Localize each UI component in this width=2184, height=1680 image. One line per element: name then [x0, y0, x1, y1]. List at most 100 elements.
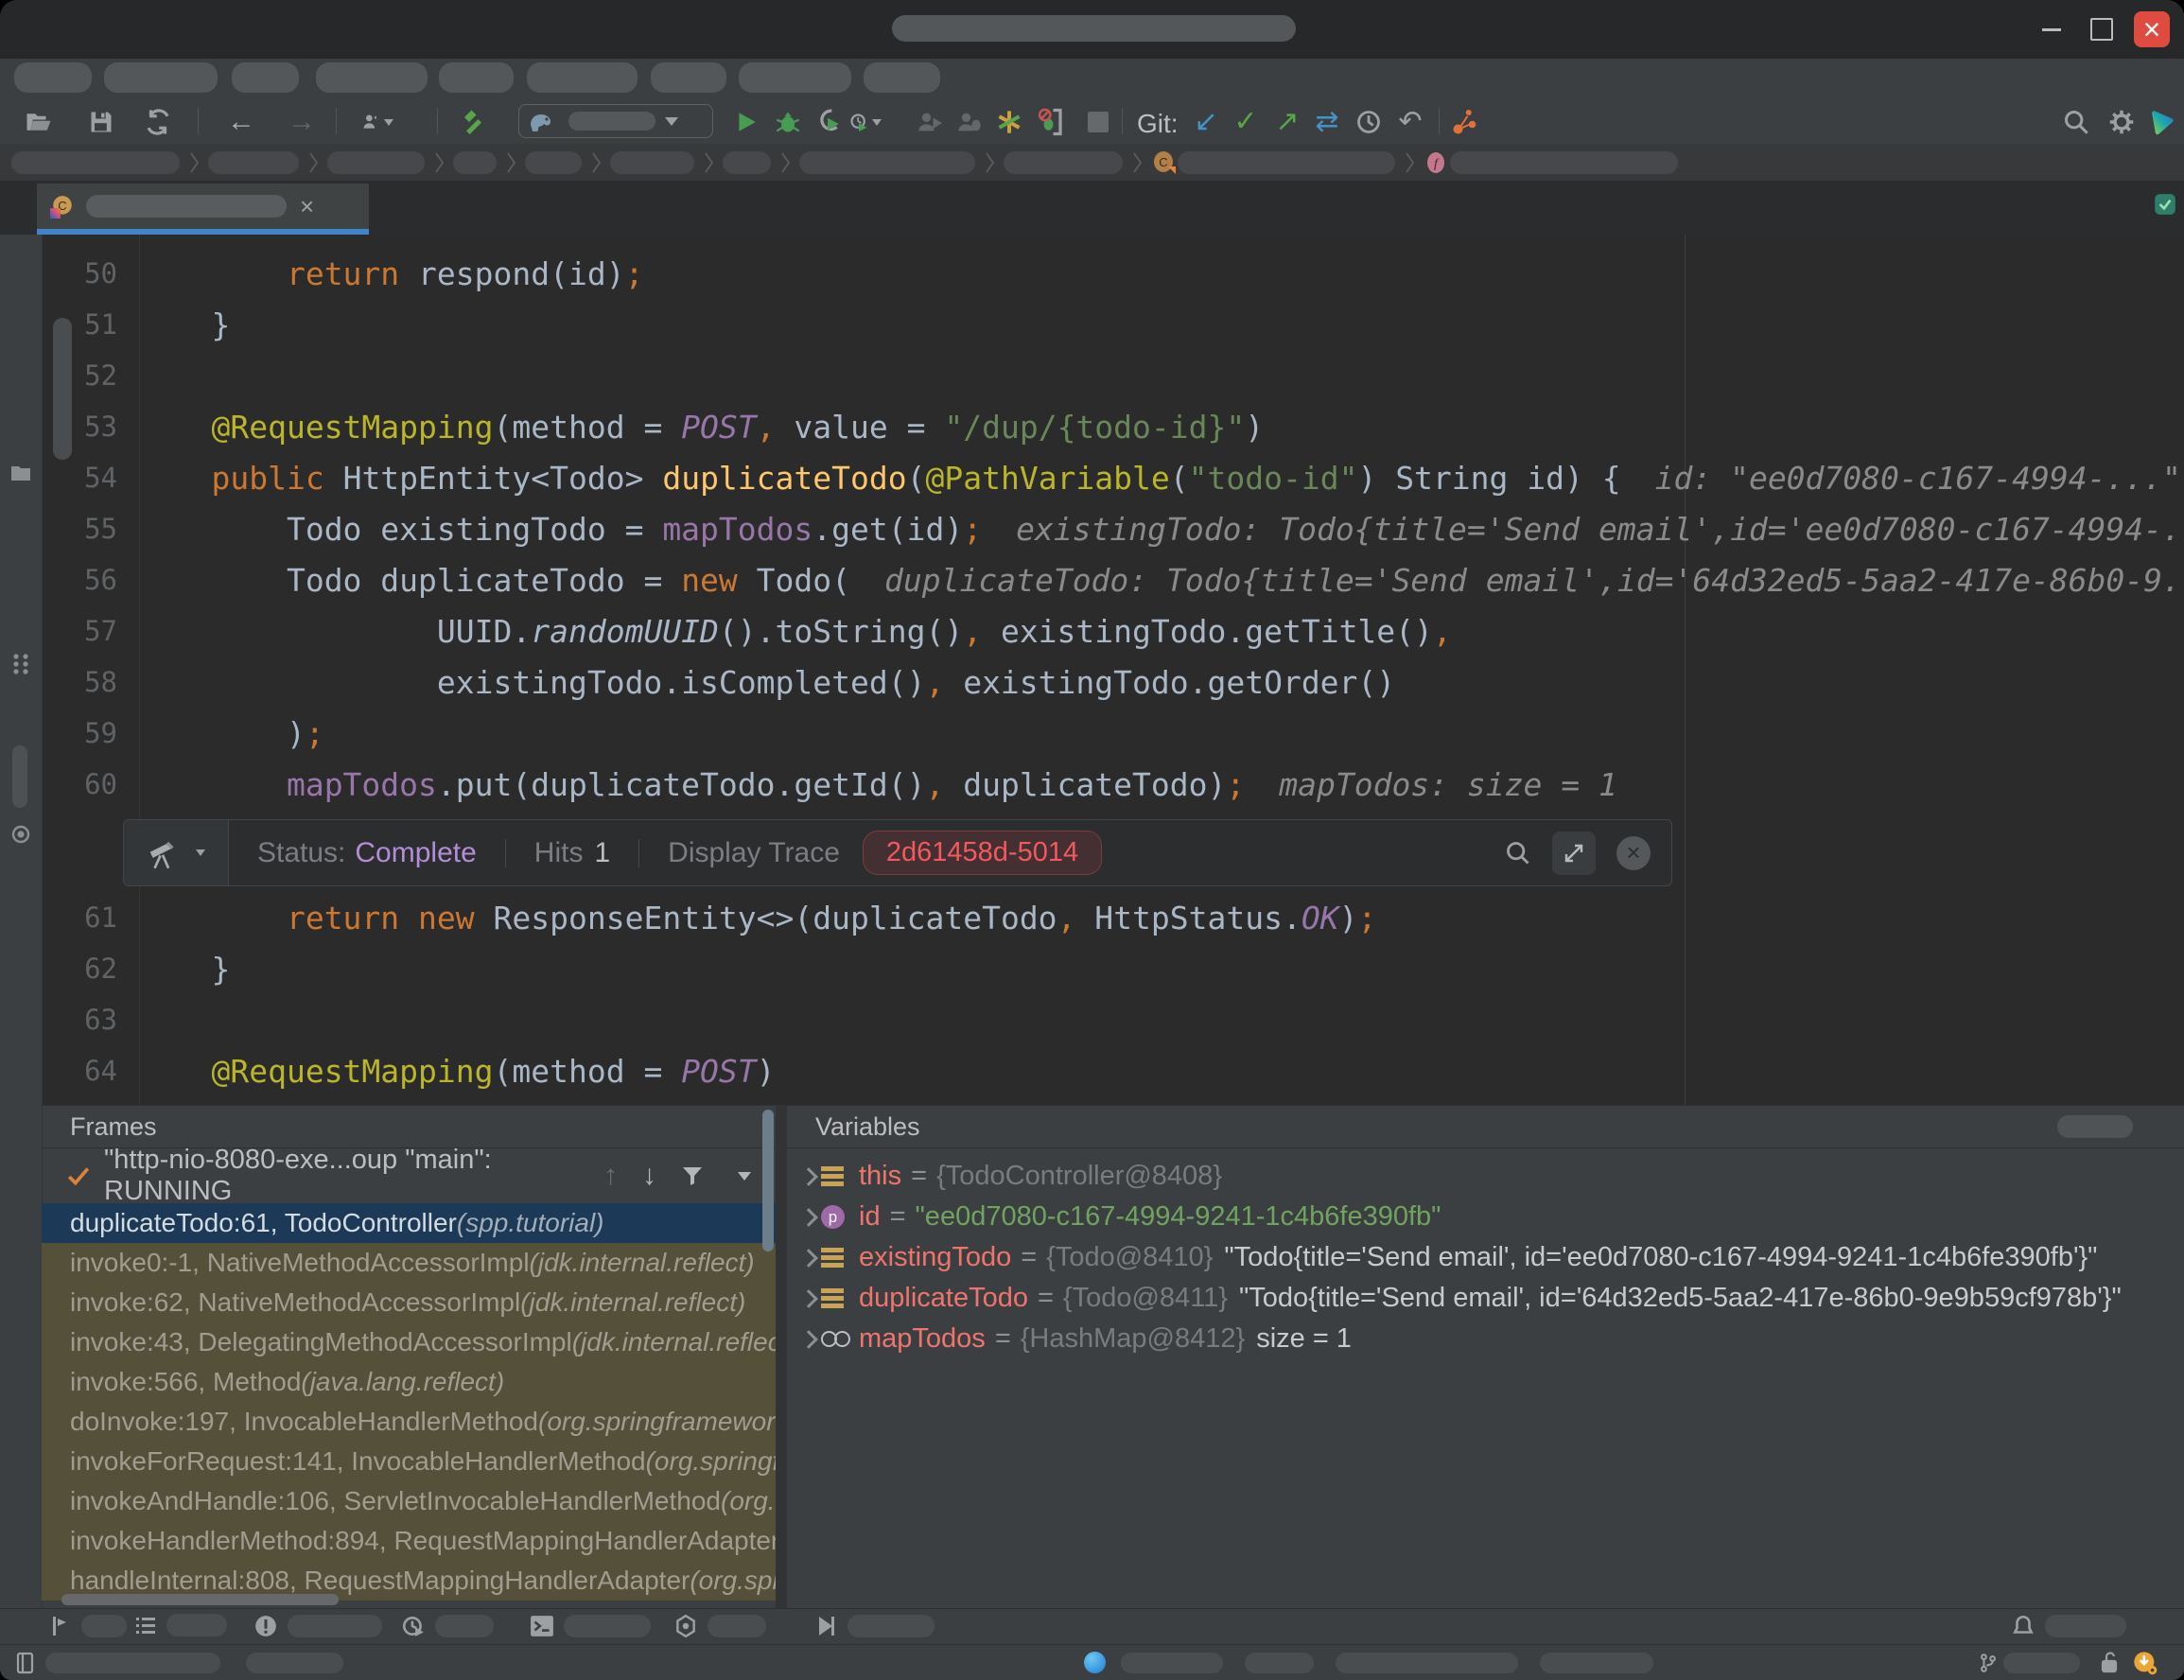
code-line-55[interactable]: 55 Todo existingTodo = mapTodos.get(id);… — [42, 503, 2184, 554]
frame-row[interactable]: doInvoke:197, InvocableHandlerMethod (or… — [42, 1402, 776, 1442]
editor-tab-active[interactable]: C × — [37, 184, 369, 229]
expand-chevron-icon[interactable] — [796, 1211, 821, 1224]
save-icon[interactable] — [85, 106, 117, 138]
lock-icon[interactable] — [2096, 1650, 2123, 1676]
status-item-redacted[interactable] — [1336, 1653, 1518, 1673]
spring-rerun-icon[interactable] — [993, 106, 1025, 138]
code-line-51[interactable]: 51 } — [42, 299, 2184, 350]
frame-row[interactable]: duplicateTodo:61, TodoController (spp.tu… — [42, 1203, 776, 1243]
variable-row[interactable]: duplicateTodo={Todo@8411}"Todo{title='Se… — [787, 1278, 2184, 1319]
status-item-redacted[interactable] — [246, 1653, 343, 1673]
frame-row[interactable]: invokeForRequest:141, InvocableHandlerMe… — [42, 1442, 776, 1481]
expand-chevron-icon[interactable] — [796, 1170, 821, 1183]
display-trace-label[interactable]: Display Trace — [668, 837, 840, 869]
sync-icon[interactable] — [142, 106, 174, 138]
code-line-52[interactable]: 52 — [42, 350, 2184, 401]
toolwindow-services[interactable] — [815, 1614, 935, 1638]
code-line-50[interactable]: 50 return respond(id); — [42, 248, 2184, 299]
breadcrumb-item-redacted[interactable] — [1450, 151, 1678, 174]
status-item-redacted[interactable] — [45, 1653, 220, 1673]
menu-item-pill[interactable] — [739, 62, 851, 93]
previous-frame-icon[interactable]: ↑ — [603, 1160, 618, 1192]
git-update-icon[interactable]: ↙ — [1190, 106, 1222, 138]
run-configuration-select[interactable] — [518, 104, 713, 138]
frame-row[interactable]: invoke:566, Method (java.lang.reflect) — [42, 1362, 776, 1402]
breadcrumb-item-redacted[interactable] — [327, 151, 425, 174]
close-button[interactable]: × — [2134, 11, 2170, 47]
debug-status-dot[interactable] — [1084, 1652, 1106, 1673]
profile-user-icon[interactable] — [361, 106, 393, 138]
run-with-coverage-icon[interactable] — [812, 106, 844, 138]
menu-item-pill[interactable] — [651, 62, 726, 93]
breadcrumb-item-redacted[interactable] — [610, 151, 694, 174]
code-line-59[interactable]: 59 ); — [42, 708, 2184, 759]
variable-row[interactable]: this={TodoController@8408} — [787, 1156, 2184, 1197]
search-icon[interactable] — [2060, 106, 2092, 138]
tool-stripe-pill-redacted[interactable] — [12, 745, 27, 808]
expand-chevron-icon[interactable] — [796, 1251, 821, 1265]
status-item-redacted[interactable] — [1245, 1653, 1314, 1673]
expand-chevron-icon[interactable] — [796, 1333, 821, 1346]
trace-id-badge[interactable]: 2d61458d-5014 — [863, 831, 1102, 875]
frames-horizontal-scrollbar[interactable] — [61, 1594, 339, 1605]
attach-debugger-icon[interactable] — [1035, 106, 1067, 138]
toolwindow-endpoints[interactable] — [673, 1614, 766, 1638]
thread-selector[interactable]: "http-nio-8080-exe...oup "main": RUNNING… — [42, 1148, 776, 1203]
code-editor[interactable]: 50 return respond(id);51 }5253 @RequestM… — [42, 235, 2184, 1105]
commit-dots-icon[interactable] — [8, 651, 34, 677]
git-push-icon[interactable]: ↗ — [1271, 106, 1303, 138]
code-line-56[interactable]: 56 Todo duplicateTodo = new Todo(duplica… — [42, 554, 2184, 605]
code-line-54[interactable]: 54 public HttpEntity<Todo> duplicateTodo… — [42, 452, 2184, 503]
code-line-64[interactable]: 64 @RequestMapping(method = POST) — [42, 1045, 2184, 1096]
breadcrumb-item-redacted[interactable] — [525, 151, 582, 174]
menu-item-pill[interactable] — [439, 62, 514, 93]
history-icon[interactable] — [1353, 106, 1385, 138]
breadcrumb-item-redacted[interactable] — [1178, 151, 1395, 174]
jetbrains-logo-icon[interactable] — [2145, 106, 2177, 138]
git-commit-icon[interactable]: ✓ — [1230, 106, 1262, 138]
update-available-icon[interactable] — [2132, 1650, 2158, 1676]
code-line-53[interactable]: 53 @RequestMapping(method = POST, value … — [42, 401, 2184, 452]
menu-item-pill[interactable] — [527, 62, 638, 93]
menu-item-pill[interactable] — [316, 62, 428, 93]
menu-item-pill[interactable] — [104, 62, 218, 93]
toolwindow-problems[interactable] — [253, 1614, 382, 1638]
variable-row[interactable]: pid="ee0d7080-c167-4994-9241-1c4b6fe390f… — [787, 1197, 2184, 1237]
code-line-61[interactable]: 61 return new ResponseEntity<>(duplicate… — [42, 892, 2184, 943]
profiler-icon[interactable] — [849, 106, 882, 138]
code-line-58[interactable]: 58 existingTodo.isCompleted(), existingT… — [42, 656, 2184, 708]
code-line-63[interactable]: 63 — [42, 994, 2184, 1045]
back-icon[interactable]: ← — [225, 106, 257, 138]
toolwindow-profiler[interactable] — [401, 1614, 494, 1638]
editor-corner-icon[interactable] — [2153, 192, 2177, 217]
breadcrumb-item-redacted[interactable] — [208, 151, 299, 174]
status-item-redacted[interactable] — [1121, 1653, 1223, 1673]
toolwindow-notifications[interactable] — [2011, 1614, 2126, 1638]
code-with-me-icon[interactable] — [1449, 106, 1481, 138]
bar-close-icon[interactable]: × — [1616, 836, 1651, 870]
toolwindow-todo[interactable] — [134, 1614, 227, 1636]
breadcrumb-item-redacted[interactable] — [799, 151, 975, 174]
status-item-redacted[interactable] — [1540, 1653, 1653, 1673]
rollback-icon[interactable]: ↶ — [1394, 106, 1426, 138]
frame-row[interactable]: invoke:43, DelegatingMethodAccessorImpl … — [42, 1322, 776, 1362]
chevron-down-icon[interactable] — [738, 1172, 751, 1181]
git-fetch-icon[interactable]: ⇄ — [1311, 106, 1343, 138]
structure-target-icon[interactable] — [8, 821, 34, 848]
open-folder-icon[interactable] — [23, 106, 55, 138]
expand-chevron-icon[interactable] — [796, 1292, 821, 1305]
expand-icon[interactable] — [1552, 831, 1596, 875]
menu-item-pill[interactable] — [14, 62, 92, 93]
status-item-redacted[interactable] — [2003, 1653, 2080, 1673]
tab-close-icon[interactable]: × — [300, 192, 314, 221]
project-folder-icon[interactable] — [8, 460, 34, 486]
code-line-62[interactable]: 62 } — [42, 943, 2184, 994]
run-icon[interactable] — [730, 106, 762, 138]
code-line-57[interactable]: 57 UUID.randomUUID().toString(), existin… — [42, 605, 2184, 656]
frame-row[interactable]: invoke:62, NativeMethodAccessorImpl (jdk… — [42, 1283, 776, 1322]
frame-row[interactable]: invokeAndHandle:106, ServletInvocableHan… — [42, 1481, 776, 1521]
minimize-button[interactable] — [2034, 11, 2070, 47]
instrument-type-cell[interactable] — [124, 820, 229, 885]
filter-funnel-icon[interactable] — [681, 1164, 704, 1187]
menu-item-pill[interactable] — [232, 62, 299, 93]
